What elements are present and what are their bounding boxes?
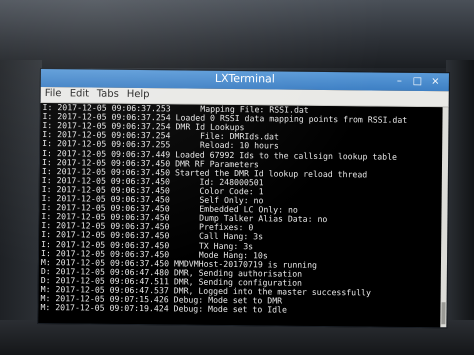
terminal-output[interactable]: I: 2017-12-05 09:06:37.253 Mapping File:… xyxy=(38,103,443,328)
close-icon[interactable]: × xyxy=(429,75,442,88)
scrollbar-thumb[interactable] xyxy=(441,302,446,325)
monitor-bezel-right xyxy=(446,60,474,330)
terminal-line: M: 2017-12-05 09:07:19.424 Debug: Mode s… xyxy=(40,302,288,315)
lxterminal-window: LXTerminal – □ × File Edit Tabs Help I: … xyxy=(37,68,450,329)
menu-help[interactable]: Help xyxy=(127,89,150,100)
menu-tabs[interactable]: Tabs xyxy=(97,89,119,100)
minimize-icon[interactable]: – xyxy=(393,75,406,88)
window-title: LXTerminal xyxy=(214,71,275,86)
monitor-bezel-top xyxy=(0,0,474,68)
menu-edit[interactable]: Edit xyxy=(70,88,89,99)
menu-file[interactable]: File xyxy=(45,88,62,99)
terminal-scrollbar[interactable] xyxy=(440,107,449,328)
maximize-icon[interactable]: □ xyxy=(411,75,424,88)
monitor-bezel-left xyxy=(0,60,42,330)
